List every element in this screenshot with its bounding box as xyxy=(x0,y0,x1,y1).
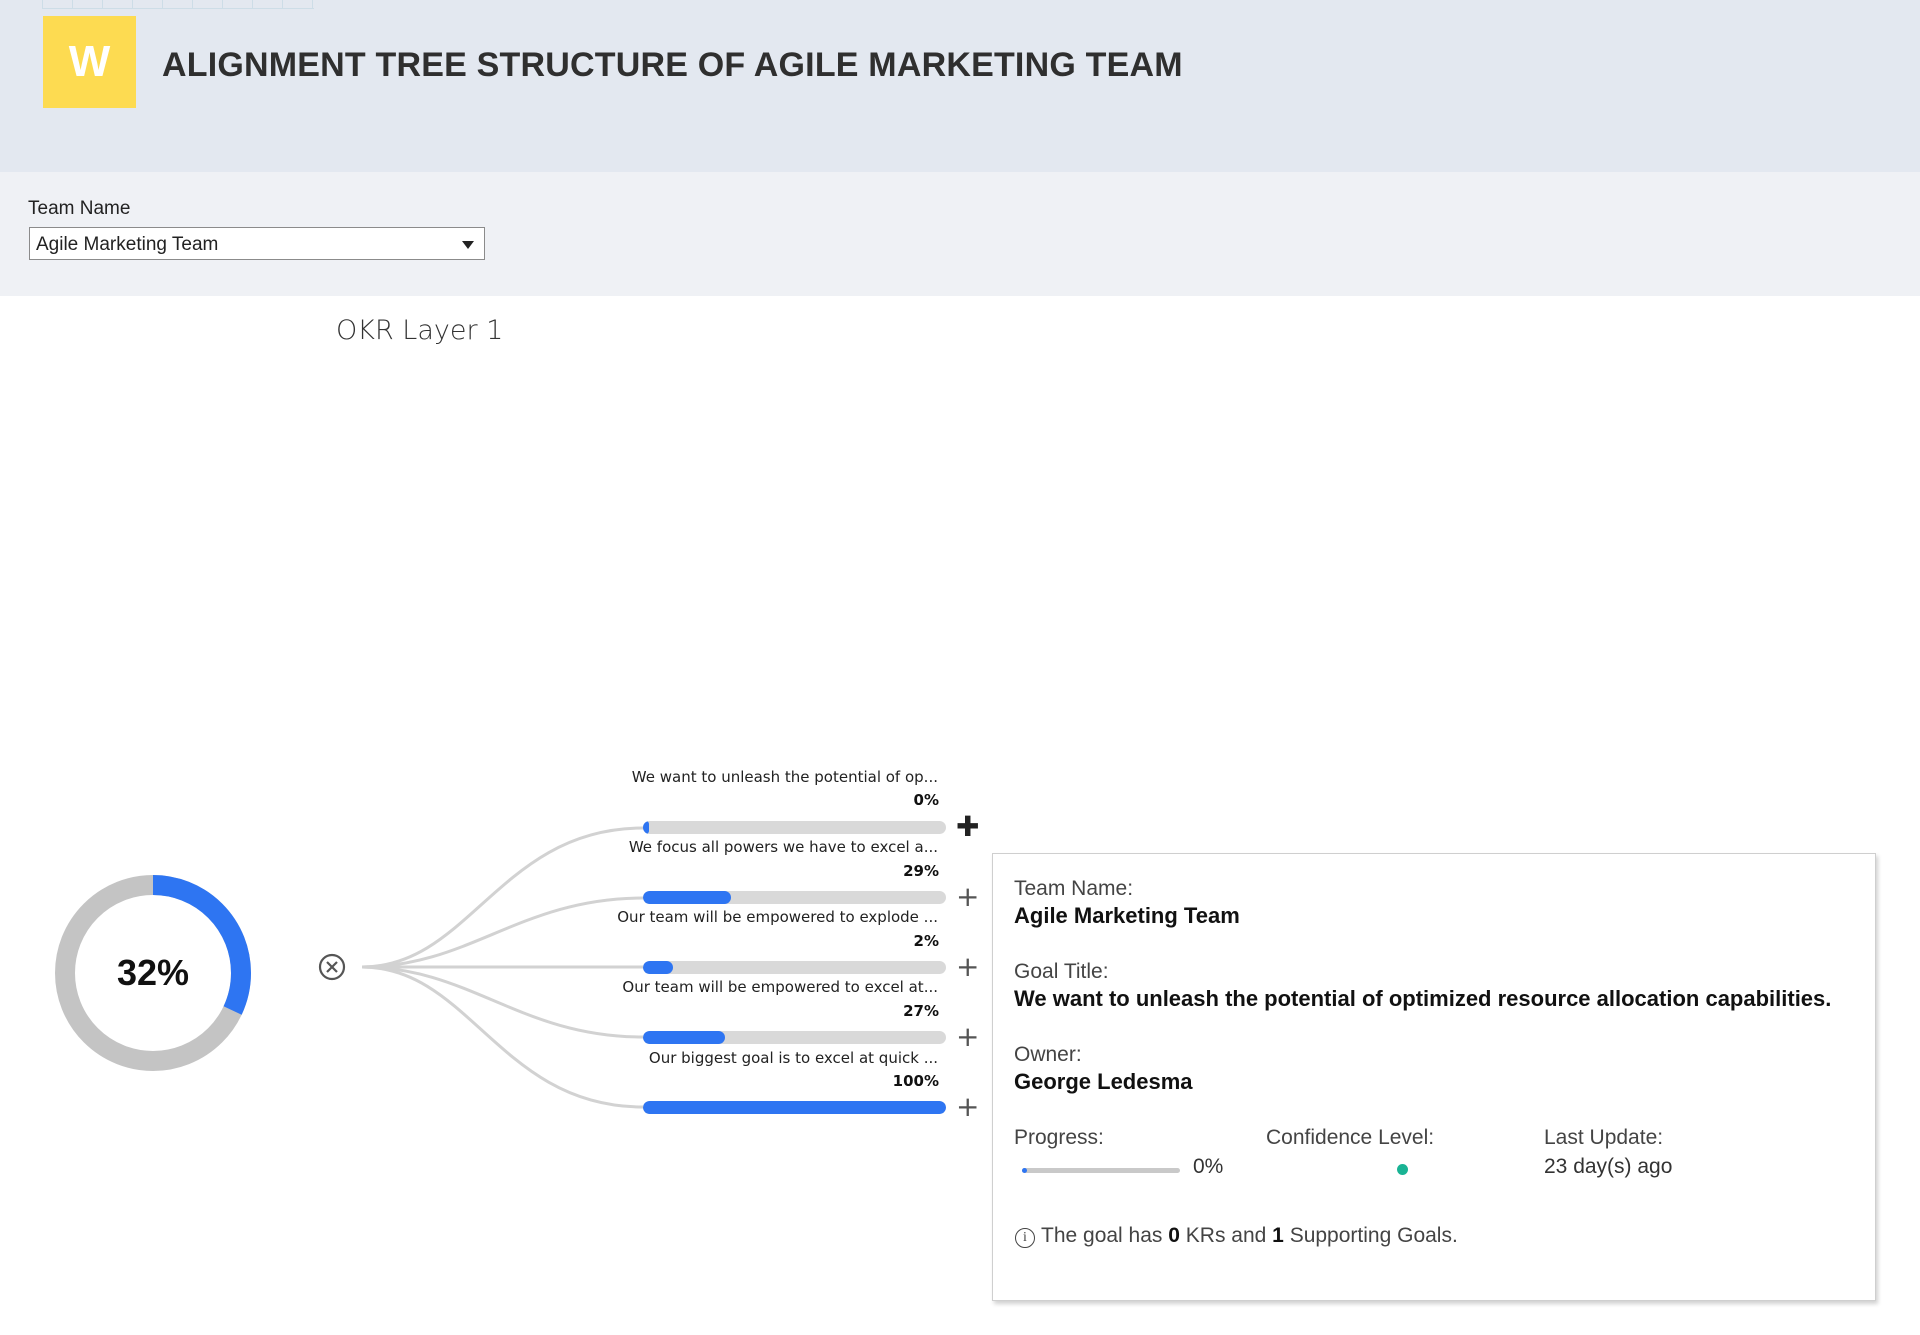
note-mid: KRs and xyxy=(1179,1224,1273,1247)
tooltip-owner-label: Owner: xyxy=(1014,1043,1082,1066)
collapse-icon[interactable] xyxy=(317,952,347,982)
tooltip-progress-bar xyxy=(1022,1168,1180,1173)
goal-title[interactable]: We focus all powers we have to excel a..… xyxy=(598,838,938,856)
tooltip-update-value: 23 day(s) ago xyxy=(1544,1155,1673,1178)
team-name-select[interactable]: Agile Marketing Team xyxy=(29,227,485,260)
goal-percent: 0% xyxy=(913,791,939,809)
team-name-label: Team Name xyxy=(28,198,131,219)
expand-plus-icon[interactable]: + xyxy=(956,883,979,911)
goal-title[interactable]: Our biggest goal is to excel at quick ..… xyxy=(598,1049,938,1067)
goal-title[interactable]: Our team will be empowered to excel at..… xyxy=(598,978,938,996)
goal-progress-fill xyxy=(643,961,674,974)
expand-plus-icon[interactable]: + xyxy=(956,1093,979,1121)
logo-letter: W xyxy=(68,37,111,86)
goal-progress-fill xyxy=(643,821,649,834)
brand-logo: W xyxy=(43,16,136,108)
goal-progress-bar[interactable] xyxy=(643,961,946,974)
confidence-status-dot xyxy=(1397,1164,1408,1175)
tooltip-progress-value: 0% xyxy=(1193,1155,1224,1178)
chevron-down-icon[interactable] xyxy=(462,241,474,249)
page-header: W ALIGNMENT TREE STRUCTURE OF AGILE MARK… xyxy=(0,0,1920,172)
tooltip-team-value: Agile Marketing Team xyxy=(1014,903,1240,928)
tooltip-update-label: Last Update: xyxy=(1544,1126,1664,1149)
tooltip-summary-note: i The goal has 0 KRs and 1 Supporting Goa… xyxy=(1015,1224,1458,1248)
tooltip-progress-label: Progress: xyxy=(1014,1126,1104,1149)
note-suffix: Supporting Goals. xyxy=(1283,1224,1458,1247)
goal-progress-bar[interactable] xyxy=(643,1101,946,1114)
goal-progress-fill xyxy=(643,1101,946,1114)
overall-progress-value: 32% xyxy=(116,952,190,993)
info-icon: i xyxy=(1015,1228,1035,1248)
expand-plus-icon[interactable]: + xyxy=(956,1023,979,1051)
goal-tooltip: Team Name: Agile Marketing Team Goal Tit… xyxy=(992,853,1876,1301)
goal-title[interactable]: We want to unleash the potential of op..… xyxy=(598,768,938,786)
expand-plus-icon[interactable]: + xyxy=(956,953,979,981)
tooltip-team-label: Team Name: xyxy=(1014,877,1134,900)
goal-progress-bar[interactable] xyxy=(643,821,946,834)
goal-progress-fill xyxy=(643,891,731,904)
goal-progress-bar[interactable] xyxy=(643,891,946,904)
overall-progress-label: 32% xyxy=(48,868,258,1078)
goal-progress-fill xyxy=(643,1031,725,1044)
note-krs-count: 0 xyxy=(1168,1224,1180,1247)
tooltip-goal-value: We want to unleash the potential of opti… xyxy=(1014,986,1832,1011)
goal-percent: 27% xyxy=(903,1002,939,1020)
layer-label: OKR Layer 1 xyxy=(336,315,504,346)
header-grid-decoration xyxy=(42,0,314,9)
goal-title[interactable]: Our team will be empowered to explode ..… xyxy=(598,908,938,926)
expand-plus-icon[interactable]: ✚ xyxy=(956,813,979,841)
tooltip-goal-label: Goal Title: xyxy=(1014,960,1109,983)
team-name-select-value: Agile Marketing Team xyxy=(36,234,219,255)
tooltip-progress-fill xyxy=(1022,1168,1027,1173)
goal-percent: 100% xyxy=(892,1072,939,1090)
goal-progress-bar[interactable] xyxy=(643,1031,946,1044)
page-title: ALIGNMENT TREE STRUCTURE OF AGILE MARKET… xyxy=(162,46,1183,84)
goal-percent: 2% xyxy=(913,932,939,950)
goal-percent: 29% xyxy=(903,862,939,880)
tooltip-confidence-label: Confidence Level: xyxy=(1266,1126,1435,1149)
tooltip-owner-value: George Ledesma xyxy=(1014,1069,1193,1094)
note-supporting-count: 1 xyxy=(1272,1224,1284,1247)
note-prefix: The goal has xyxy=(1041,1224,1169,1247)
